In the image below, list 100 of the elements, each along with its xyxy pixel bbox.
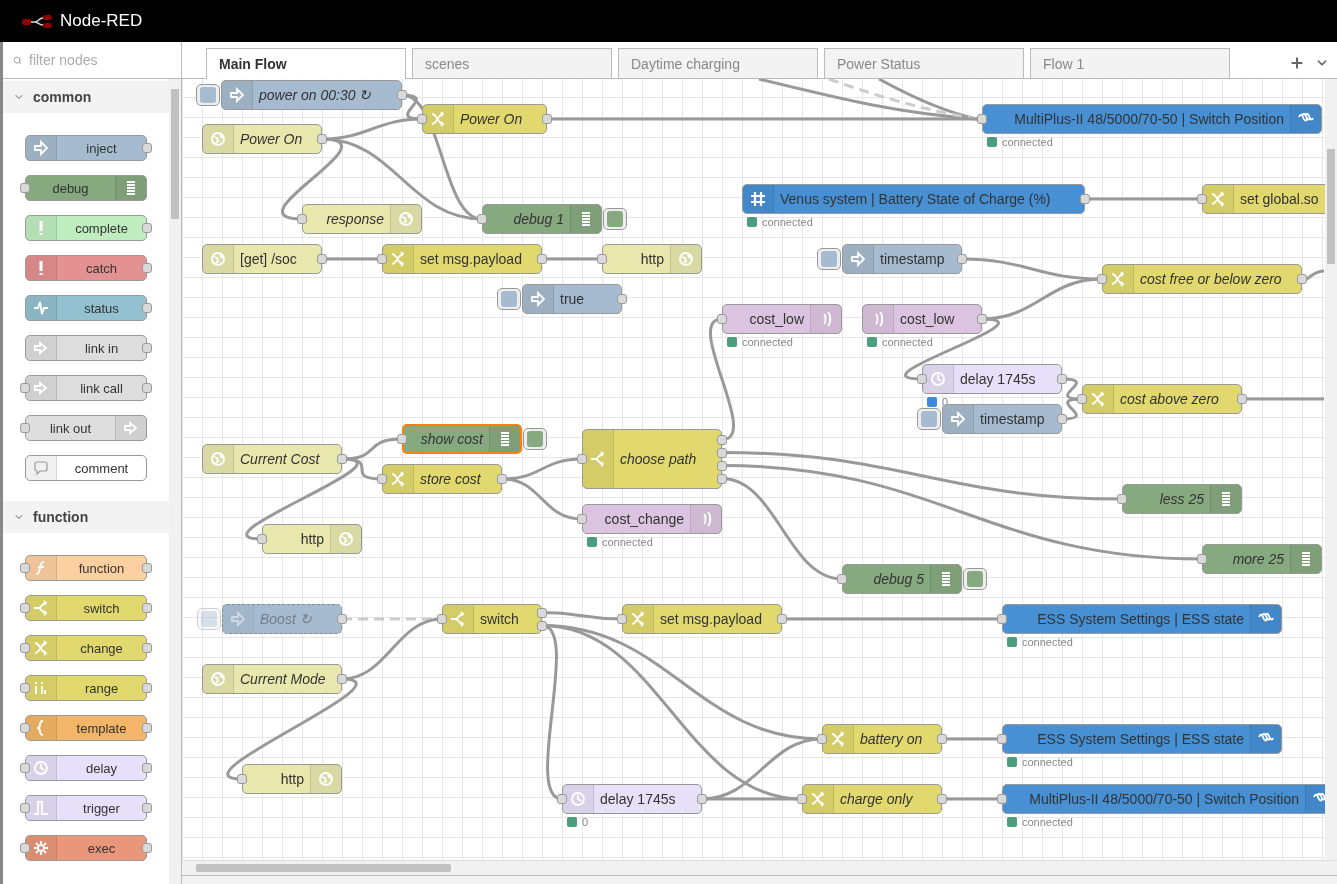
node-label: set msg.payload	[419, 250, 523, 269]
flow-node[interactable]: http	[602, 244, 702, 274]
node-label: delay 1745s	[959, 370, 1037, 389]
node-label: switch	[479, 610, 520, 629]
flow-node[interactable]: Current Cost	[202, 444, 342, 474]
node-label: catch	[84, 259, 119, 278]
node-label: template	[75, 719, 128, 738]
flow-node[interactable]: Venus system | Battery State of Charge (%)	[742, 184, 1085, 214]
status-text: connected	[882, 336, 933, 348]
flow-node[interactable]: cost_low	[862, 304, 982, 334]
node-label: response	[325, 210, 385, 229]
palette-node[interactable]: comment	[25, 455, 147, 481]
node-label: ESS System Settings | ESS state	[1036, 610, 1245, 629]
palette-node[interactable]: switch	[25, 595, 147, 621]
flow-node[interactable]: set msg.payload	[382, 244, 542, 274]
palette-node[interactable]: inject	[25, 135, 147, 161]
flow-node[interactable]: delay 1745s	[922, 364, 1062, 394]
flow-node[interactable]: [get] /soc	[202, 244, 322, 274]
node-label: show cost	[419, 430, 485, 449]
flow-node[interactable]: store cost	[382, 464, 502, 494]
node-label: cost_low	[899, 310, 956, 329]
flow-node[interactable]: Current Mode	[202, 664, 342, 694]
node-label: http	[279, 770, 305, 789]
category-header[interactable]: function	[3, 501, 169, 533]
flow-node[interactable]: power on 00:30 ↻	[221, 80, 402, 110]
node-label: MultiPlus-II 48/5000/70-50 | Switch Position	[1013, 110, 1285, 129]
status-text: connected	[1022, 636, 1073, 648]
node-label: battery on	[859, 730, 924, 749]
flow-node[interactable]: ESS System Settings | ESS state	[1002, 724, 1282, 754]
flow-tab[interactable]: Main Flow	[206, 48, 406, 79]
node-label: Venus system | Battery State of Charge (%)	[779, 190, 1052, 209]
palette-node[interactable]: link out	[25, 415, 147, 441]
palette-node[interactable]: catch	[25, 255, 147, 281]
palette-node[interactable]: debug	[25, 175, 147, 201]
palette-node[interactable]: function	[25, 555, 147, 581]
node-label: exec	[86, 839, 117, 858]
node-label: complete	[74, 219, 129, 238]
flow-node[interactable]: more 25	[1202, 544, 1322, 574]
node-label: Current Mode	[239, 670, 327, 689]
flow-node[interactable]: http	[262, 524, 362, 554]
palette-node[interactable]: change	[25, 635, 147, 661]
status-text: connected	[762, 216, 813, 228]
flow-node[interactable]: ESS System Settings | ESS state	[1002, 604, 1282, 634]
node-label: MultiPlus-II 48/5000/70-50 | Switch Position	[1028, 790, 1300, 809]
flow-node[interactable]: charge only	[802, 784, 942, 814]
flow-node[interactable]: set msg.payload	[622, 604, 782, 634]
flow-node[interactable]: debug 5	[842, 564, 962, 594]
node-label: http	[299, 530, 325, 549]
status-text: connected	[742, 336, 793, 348]
flow-node[interactable]: MultiPlus-II 48/5000/70-50 | Switch Position	[982, 104, 1322, 134]
flow-node[interactable]: Power On	[422, 104, 547, 134]
node-label: range	[83, 679, 120, 698]
flow-node[interactable]: less 25	[1122, 484, 1242, 514]
node-label: store cost	[419, 470, 482, 489]
node-label: link call	[79, 379, 124, 398]
node-label: cost above zero	[1119, 390, 1220, 409]
status-text: connected	[1022, 756, 1073, 768]
flow-node[interactable]: cost_change	[582, 504, 722, 534]
category-header[interactable]: common	[3, 81, 169, 113]
flow-node[interactable]: battery on	[822, 724, 942, 754]
node-label: choose path	[619, 450, 698, 469]
flow-node[interactable]: debug 1	[482, 204, 602, 234]
node-label: power on 00:30 ↻	[257, 86, 373, 105]
flow-node[interactable]: switch	[442, 604, 542, 634]
node-label: set msg.payload	[659, 610, 763, 629]
flow-node[interactable]: Power On	[202, 124, 322, 154]
node-label: debug 1	[512, 210, 565, 229]
node-label: delay 1745s	[599, 790, 677, 809]
palette-node[interactable]: link call	[25, 375, 147, 401]
status-text: 0	[582, 816, 589, 828]
node-label: cost_change	[603, 510, 685, 529]
flow-node[interactable]: response	[302, 204, 422, 234]
node-label: ESS System Settings | ESS state	[1036, 730, 1245, 749]
flow-node[interactable]: http	[242, 764, 342, 794]
palette-node[interactable]: link in	[25, 335, 147, 361]
node-label: function	[77, 559, 126, 578]
node-label: status	[83, 299, 120, 318]
palette-node[interactable]: trigger	[25, 795, 147, 821]
node-label: [get] /soc	[239, 250, 298, 269]
flow-node[interactable]: MultiPlus-II 48/5000/70-50 | Switch Position	[1002, 784, 1325, 814]
node-label: cost free or below zero	[1139, 270, 1283, 289]
flow-node[interactable]: delay 1745s	[562, 784, 702, 814]
palette-node[interactable]: delay	[25, 755, 147, 781]
palette-node[interactable]: template	[25, 715, 147, 741]
flow-node[interactable]: cost above zero	[1082, 384, 1242, 414]
flow-node[interactable]: choose path	[582, 429, 722, 489]
palette-node[interactable]: range	[25, 675, 147, 701]
palette-node[interactable]: status	[25, 295, 147, 321]
flow-node[interactable]: set global.so	[1202, 184, 1325, 214]
flow-node[interactable]: cost_low	[722, 304, 842, 334]
flow-node[interactable]: true	[522, 284, 622, 314]
flow-node[interactable]: timestamp	[842, 244, 962, 274]
app-title: Node-RED	[60, 11, 143, 31]
node-label: Power On	[239, 130, 304, 149]
node-label: change	[79, 639, 124, 658]
palette-node[interactable]: complete	[25, 215, 147, 241]
flow-node[interactable]: show cost	[402, 424, 522, 454]
flow-node[interactable]: cost free or below zero	[1102, 264, 1302, 294]
flow-node[interactable]: timestamp	[942, 404, 1062, 434]
palette-node[interactable]: exec	[25, 835, 147, 861]
